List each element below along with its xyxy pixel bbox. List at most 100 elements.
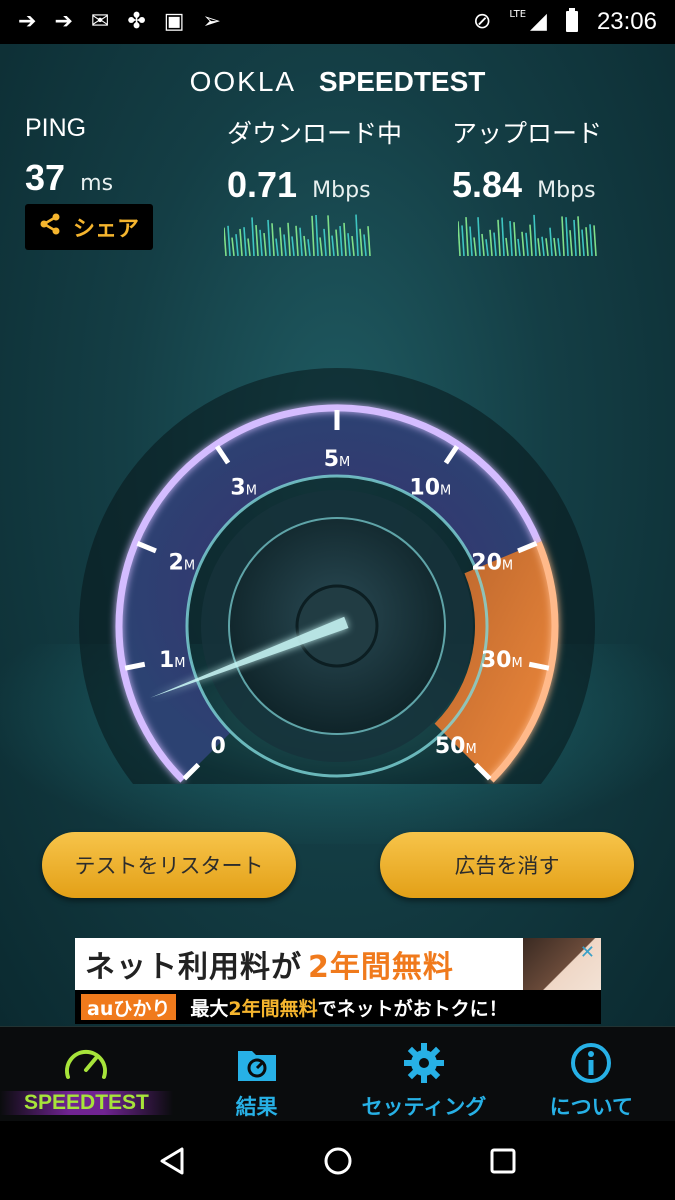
sparkline-bar bbox=[461, 225, 465, 256]
nav-about[interactable]: について bbox=[508, 1027, 675, 1122]
clock: 23:06 bbox=[596, 8, 657, 35]
ad-headline-highlight: 2年間無料 bbox=[308, 950, 454, 985]
sparkline-bar bbox=[367, 226, 371, 256]
sparkline-bar bbox=[521, 231, 525, 256]
mail-icon: ✉ bbox=[90, 9, 110, 34]
ping-label: PING bbox=[25, 114, 87, 142]
share-icon bbox=[39, 213, 61, 241]
download-sparkline bbox=[224, 214, 371, 256]
send-icon: ➢ bbox=[202, 9, 221, 34]
sparkline-bar bbox=[323, 228, 327, 256]
sparkline-bar bbox=[509, 221, 513, 256]
sparkline-bar bbox=[513, 222, 517, 256]
status-icons-right: ⊘ LTE ◢ 23:06 bbox=[473, 8, 657, 36]
sparkline-bar bbox=[287, 222, 291, 256]
nav-results[interactable]: 結果 bbox=[173, 1027, 340, 1122]
sparkline-bar bbox=[271, 223, 275, 256]
download-value: 0.71 bbox=[227, 164, 298, 205]
info-icon bbox=[569, 1041, 613, 1085]
sparkline-bar bbox=[469, 226, 473, 256]
sparkline-bar bbox=[541, 236, 545, 256]
ad-logo: auひかり bbox=[81, 994, 177, 1020]
sparkline-bar bbox=[351, 236, 355, 256]
sparkline-bar bbox=[243, 227, 247, 256]
sparkline-bar bbox=[497, 219, 501, 256]
download-unit: Mbps bbox=[312, 178, 371, 203]
sparkline-bar bbox=[537, 238, 541, 256]
sparkline-bar bbox=[577, 216, 581, 256]
remove-ads-button[interactable]: 広告を消す bbox=[380, 832, 634, 898]
do-not-disturb-icon: ⊘ bbox=[472, 9, 492, 34]
ad-sub-suffix: でネットがおトクに！ bbox=[317, 997, 508, 1020]
sparkline-bar bbox=[239, 228, 243, 256]
sparkline-bar bbox=[299, 227, 303, 256]
share-label: シェア bbox=[72, 217, 139, 242]
sparkline-bar bbox=[247, 238, 251, 256]
nav-speedtest[interactable]: SPEEDTEST bbox=[0, 1027, 173, 1122]
remove-ads-label: 広告を消す bbox=[454, 854, 560, 878]
ad-headline-prefix: ネット利用料が bbox=[85, 950, 302, 985]
sparkline-bar bbox=[355, 214, 359, 256]
sparkline-bar bbox=[251, 217, 255, 256]
sparkline-bar bbox=[585, 227, 589, 256]
sparkline-bar bbox=[481, 233, 485, 256]
upload-unit: Mbps bbox=[537, 178, 596, 203]
ookla-logo: OOKLA bbox=[189, 66, 297, 97]
restart-test-button[interactable]: テストをリスタート bbox=[42, 832, 296, 898]
status-bar: ➔ ➔ ✉ ✤ ▣ ➢ ⊘ LTE ◢ 23:06 bbox=[0, 0, 675, 44]
ping-metric: PING 37 ms bbox=[25, 114, 113, 199]
sparkline-bar bbox=[347, 233, 351, 256]
speed-gauge: 01M2M3M5M10M20M30M50M bbox=[79, 368, 595, 784]
sparkline-bar bbox=[283, 234, 287, 256]
sparkline-bar bbox=[477, 217, 481, 256]
sparkline-bar bbox=[303, 235, 307, 256]
sparkline-bar bbox=[505, 237, 509, 256]
ad-subline: auひかり 最大2年間無料でネットがおトクに！ bbox=[75, 990, 601, 1024]
nav-settings-label: セッティング bbox=[361, 1096, 487, 1119]
sparkline-bar bbox=[291, 236, 295, 256]
sparkline-bar bbox=[307, 239, 311, 256]
sparkline-bar bbox=[549, 227, 553, 256]
sparkline-bar bbox=[259, 229, 263, 256]
sparkline-bar bbox=[235, 234, 239, 256]
nav-about-label: について bbox=[549, 1096, 633, 1119]
nav-speedtest-label: SPEEDTEST bbox=[0, 1091, 173, 1115]
back-icon[interactable] bbox=[153, 1141, 193, 1181]
sparkline-bar bbox=[363, 234, 367, 256]
sparkline-bar bbox=[295, 225, 299, 256]
download-metric: ダウンロード中 0.71 Mbps bbox=[227, 114, 402, 206]
sparkline-bar bbox=[343, 222, 347, 256]
ad-close-icon[interactable]: ✕ bbox=[580, 942, 595, 963]
sparkline-bar bbox=[553, 237, 557, 256]
nav-results-label: 結果 bbox=[235, 1096, 278, 1119]
upload-sparkline bbox=[458, 214, 597, 256]
results-folder-icon bbox=[235, 1041, 279, 1085]
ad-banner[interactable]: ネット利用料が 2年間無料 auひかり 最大2年間無料でネットがおトクに！ ✕ bbox=[75, 938, 601, 1024]
nav-settings[interactable]: セッティング bbox=[340, 1027, 507, 1122]
upload-metric: アップロード 5.84 Mbps bbox=[452, 114, 602, 206]
battery-icon bbox=[565, 8, 579, 36]
ad-sub-prefix: 最大 bbox=[190, 997, 229, 1020]
arrow-right-icon: ➔ bbox=[18, 9, 37, 34]
sparkline-bar bbox=[275, 238, 279, 256]
sparkline-bar bbox=[593, 225, 597, 256]
sparkline-bar bbox=[231, 237, 235, 256]
share-button[interactable]: シェア bbox=[25, 204, 153, 250]
sparkline-bar bbox=[319, 237, 323, 256]
sparkline-bar bbox=[263, 233, 267, 256]
signal-icon: ◢ bbox=[530, 9, 547, 34]
sparkline-bar bbox=[359, 228, 363, 256]
sparkline-bar bbox=[489, 229, 493, 256]
upload-value: 5.84 bbox=[452, 164, 523, 205]
sparkline-bar bbox=[279, 227, 283, 256]
sparkline-bar bbox=[458, 221, 461, 256]
sparkline-bar bbox=[573, 219, 577, 256]
network-type: LTE bbox=[509, 8, 527, 20]
recents-icon[interactable] bbox=[483, 1141, 523, 1181]
sparkline-bar bbox=[485, 239, 489, 256]
sparkline-bar bbox=[517, 238, 521, 256]
sparkline-bar bbox=[533, 214, 537, 256]
upload-label: アップロード bbox=[452, 120, 603, 148]
sparkline-bar bbox=[227, 225, 231, 256]
home-icon[interactable] bbox=[318, 1141, 358, 1181]
